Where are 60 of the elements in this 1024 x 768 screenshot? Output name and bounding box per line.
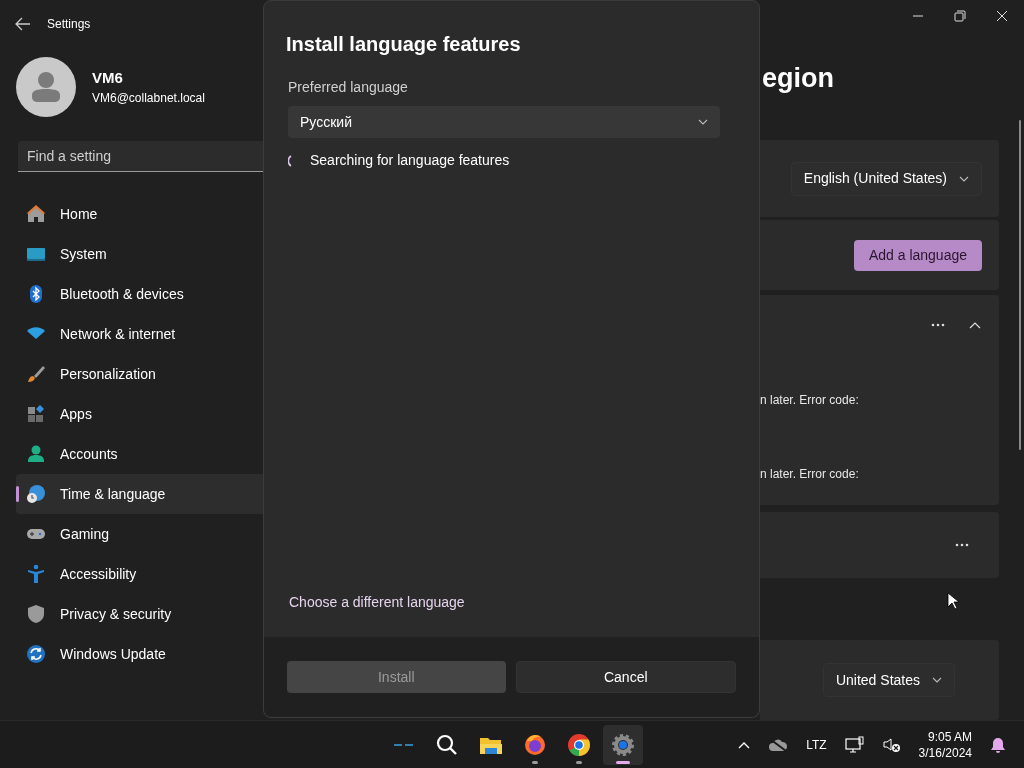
error-text: n later. Error code: [760, 392, 860, 409]
close-icon[interactable] [996, 10, 1008, 22]
gear-icon [611, 732, 635, 757]
shield-icon [26, 604, 46, 624]
sidebar-item[interactable]: Privacy & security [16, 594, 263, 634]
restore-icon[interactable] [954, 10, 966, 22]
clock-time[interactable]: 9:05 AM [918, 728, 972, 745]
avatar [16, 57, 76, 117]
sidebar-item[interactable]: Apps [16, 394, 263, 434]
chevron-down-icon [932, 677, 942, 683]
brush-icon [26, 364, 46, 384]
widgets-icon [392, 743, 414, 746]
sidebar-item[interactable]: Time & language [16, 474, 263, 514]
sidebar-item[interactable]: Bluetooth & devices [16, 274, 263, 314]
chrome-icon [567, 732, 591, 757]
speaker-muted-icon[interactable] [882, 736, 901, 753]
sync-icon [26, 644, 46, 664]
error-text: n later. Error code: [760, 466, 860, 483]
sidebar-item[interactable]: Gaming [16, 514, 263, 554]
display-language-dropdown[interactable]: English (United States) [790, 161, 982, 196]
sidebar-item[interactable]: Personalization [16, 354, 263, 394]
keyboard-layout-label[interactable]: LTZ [806, 735, 827, 754]
cursor-icon [947, 592, 959, 610]
field-label: Preferred language [288, 78, 409, 97]
clock-date[interactable]: 3/16/2024 [918, 744, 972, 761]
globe-clock-icon [26, 484, 46, 504]
apps-icon [26, 404, 46, 424]
sidebar-item[interactable]: Accessibility [16, 554, 263, 594]
sidebar-item[interactable]: Accounts [16, 434, 263, 474]
status-text: Searching for language features [310, 151, 510, 170]
dialog-title: Install language features [285, 32, 522, 57]
more-icon[interactable] [955, 543, 969, 547]
sidebar-item[interactable]: Network & internet [16, 314, 263, 354]
page-title: egion [762, 62, 835, 95]
chevron-up-icon[interactable] [969, 321, 981, 329]
different-language-link[interactable]: Choose a different language [289, 592, 759, 613]
taskbar-app[interactable] [603, 724, 643, 765]
more-icon[interactable] [931, 323, 945, 327]
language-dropdown[interactable]: Русский [288, 106, 720, 138]
dialog-button[interactable]: Cancel [515, 661, 736, 693]
network-icon[interactable] [844, 735, 865, 754]
chevron-down-icon [698, 119, 708, 125]
search-field[interactable]: Find a setting [18, 141, 263, 172]
accessibility-icon [26, 564, 46, 584]
chevron-down-icon [959, 175, 969, 182]
window-title: Settings [47, 16, 91, 33]
person-icon [26, 444, 46, 464]
sidebar-item[interactable]: Home [16, 194, 263, 234]
user-email: VM6@collabnet.local [92, 90, 205, 108]
bell-icon[interactable] [990, 736, 1006, 753]
add-language-button[interactable]: Add a language [853, 239, 982, 271]
sidebar-item[interactable]: System [16, 234, 263, 274]
sidebar-item[interactable]: Windows Update [16, 634, 263, 674]
home-icon [26, 204, 46, 224]
search-icon [436, 733, 458, 756]
region-dropdown[interactable]: United States [822, 663, 955, 697]
user-name: VM6 [92, 67, 124, 88]
cloud-off-icon[interactable] [768, 737, 789, 752]
firefox-icon [523, 732, 547, 757]
back-icon[interactable] [15, 17, 31, 31]
